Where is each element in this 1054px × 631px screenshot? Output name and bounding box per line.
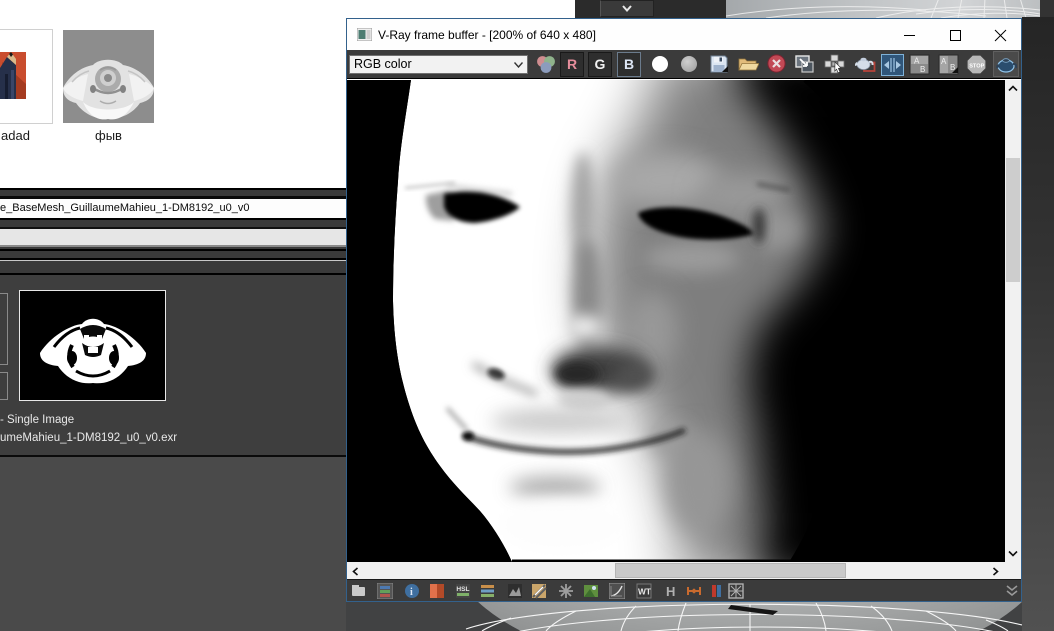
svg-text:STOP: STOP xyxy=(969,63,984,69)
svg-text:i: i xyxy=(410,587,413,598)
svg-text:A: A xyxy=(941,57,947,66)
svg-text:WT: WT xyxy=(638,587,652,597)
svg-text:B: B xyxy=(920,65,925,74)
svg-text:HSL: HSL xyxy=(456,586,469,593)
svg-text:H: H xyxy=(666,584,675,599)
